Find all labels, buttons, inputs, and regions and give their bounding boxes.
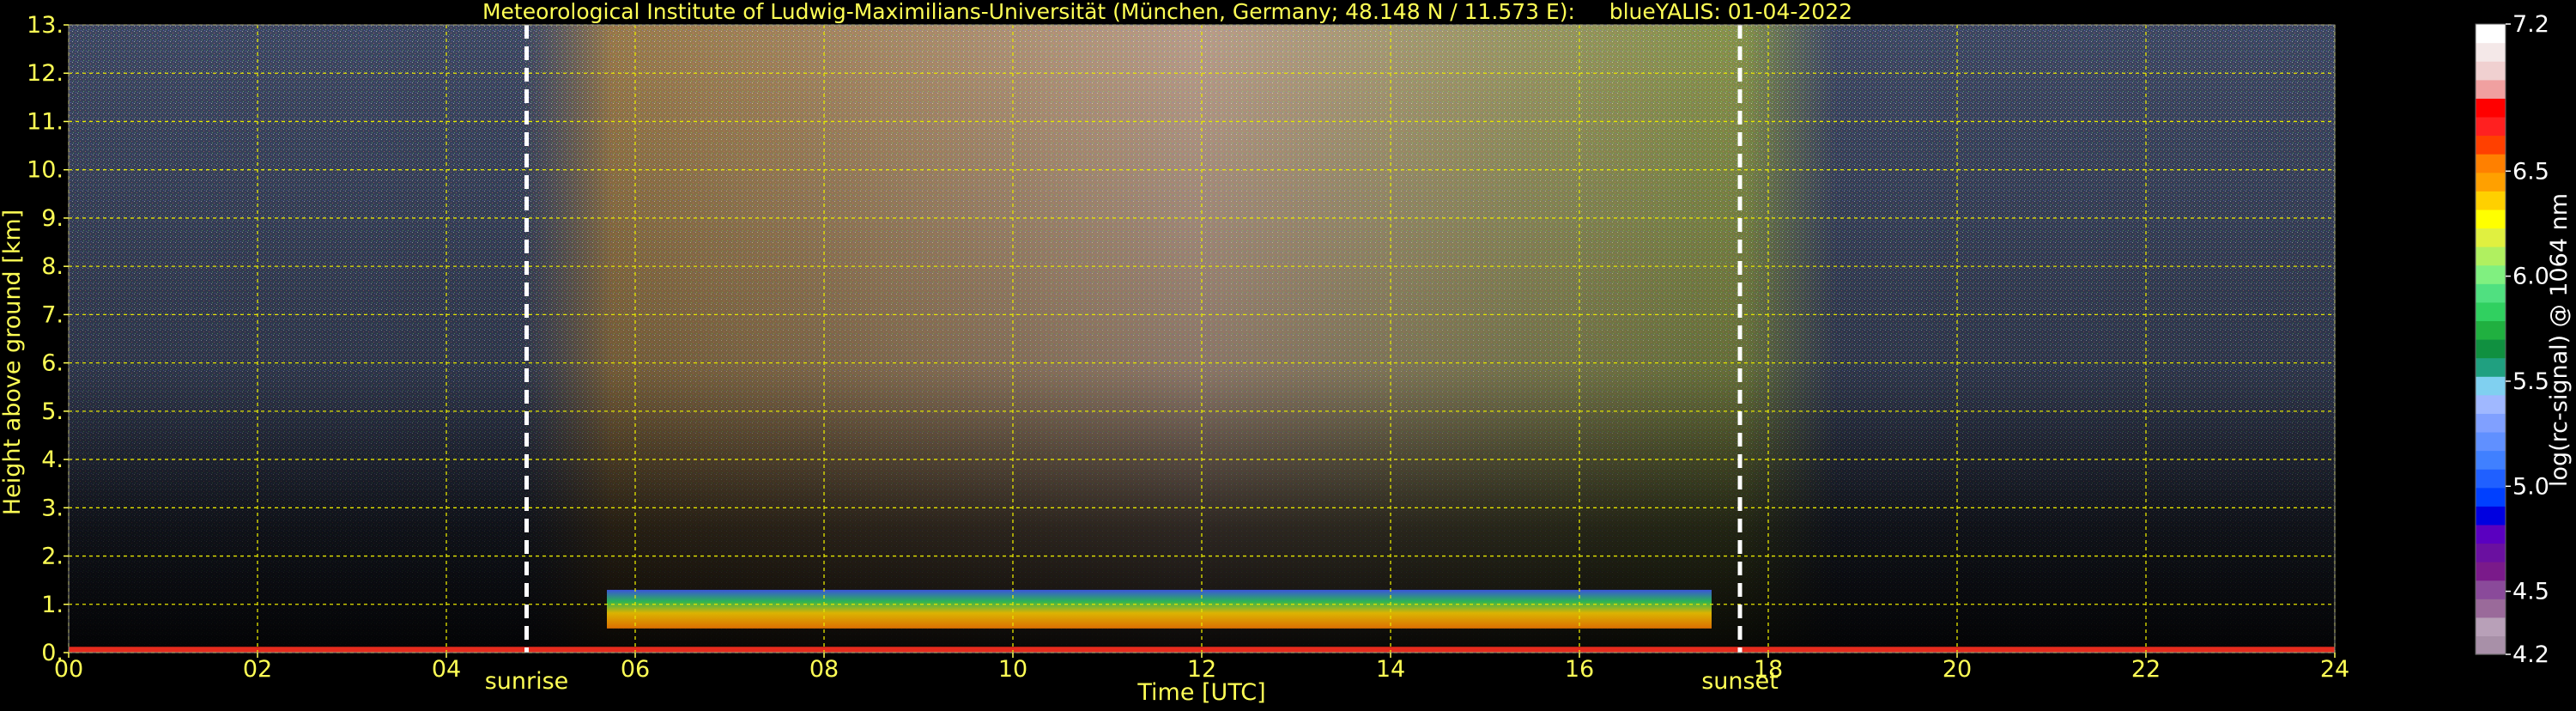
colorbar-swatch bbox=[2476, 524, 2506, 544]
colorbar-label: log(rc-signal) @ 1064 nm bbox=[2546, 193, 2573, 487]
colorbar-swatch bbox=[2476, 339, 2506, 359]
y-tick-label: 5. bbox=[41, 398, 64, 425]
plot-area bbox=[69, 25, 2335, 653]
colorbar-swatch bbox=[2476, 599, 2506, 618]
y-axis-label: Height above ground [km] bbox=[0, 210, 26, 515]
colorbar-swatch bbox=[2476, 42, 2506, 62]
x-tick-label: 04 bbox=[432, 656, 461, 683]
colorbar-swatch bbox=[2476, 543, 2506, 562]
colorbar-swatch bbox=[2476, 394, 2506, 414]
x-tick-label: 18 bbox=[1754, 656, 1783, 683]
colorbar-swatch bbox=[2476, 135, 2506, 155]
colorbar-swatch bbox=[2476, 506, 2506, 526]
colorbar-tick-label: 6.5 bbox=[2512, 158, 2549, 185]
colorbar-swatch bbox=[2476, 172, 2506, 191]
colorbar-swatch bbox=[2476, 228, 2506, 247]
colorbar-swatch bbox=[2476, 191, 2506, 210]
boundary-layer bbox=[607, 589, 1712, 629]
colorbar-swatch bbox=[2476, 283, 2506, 303]
x-tick-label: 08 bbox=[809, 656, 839, 683]
height-attenuation bbox=[69, 25, 2335, 653]
y-tick-label: 3. bbox=[41, 495, 64, 521]
y-tick-label: 8. bbox=[41, 253, 64, 280]
colorbar-tick-label: 5.5 bbox=[2512, 368, 2549, 395]
chart-title: Meteorological Institute of Ludwig-Maxim… bbox=[482, 0, 1852, 24]
x-axis-label: Time [UTC] bbox=[1136, 679, 1265, 706]
colorbar-swatch bbox=[2476, 450, 2506, 470]
colorbar-swatch bbox=[2476, 562, 2506, 581]
y-tick-label: 7. bbox=[41, 301, 64, 328]
y-tick-label: 0. bbox=[41, 640, 64, 666]
colorbar-swatch bbox=[2476, 487, 2506, 507]
y-tick-label: 9. bbox=[41, 205, 64, 232]
colorbar-tick-label: 7.2 bbox=[2512, 11, 2549, 38]
colorbar-swatch bbox=[2476, 413, 2506, 433]
x-tick-label: 22 bbox=[2131, 656, 2161, 683]
colorbar-swatch bbox=[2476, 320, 2506, 340]
lidar-quicklook: sunrise sunset 00 02 04 06 08 10 12 14 16 18 20 22 24… bbox=[0, 0, 2576, 708]
y-tick-label: 10. bbox=[27, 157, 64, 184]
colorbar-tick-label: 5.0 bbox=[2512, 473, 2549, 500]
colorbar-swatch bbox=[2476, 246, 2506, 266]
x-tick-label: 16 bbox=[1565, 656, 1594, 683]
colorbar-swatch bbox=[2476, 617, 2506, 637]
colorbar-swatch bbox=[2476, 357, 2506, 377]
colorbar-swatch bbox=[2476, 79, 2506, 99]
colorbar-swatch bbox=[2476, 61, 2506, 81]
colorbar: 4.2 4.5 5.0 5.5 6.0 6.5 7.2 bbox=[2475, 11, 2549, 668]
colorbar-swatch bbox=[2476, 376, 2506, 396]
colorbar-tick-label: 4.2 bbox=[2512, 641, 2549, 668]
y-tick-label: 4. bbox=[41, 447, 64, 473]
y-tick-label: 13. bbox=[27, 12, 64, 39]
y-tick-label: 12. bbox=[27, 60, 64, 87]
colorbar-swatch bbox=[2476, 264, 2506, 284]
x-tick-label: 10 bbox=[998, 656, 1027, 683]
colorbar-swatch bbox=[2476, 301, 2506, 322]
colorbar-tick-label: 4.5 bbox=[2512, 579, 2549, 605]
sunrise-label: sunrise bbox=[485, 668, 569, 695]
x-tick-label: 02 bbox=[243, 656, 272, 683]
colorbar-swatch bbox=[2476, 580, 2506, 599]
x-tick-label: 14 bbox=[1376, 656, 1405, 683]
colorbar-tick-label: 6.0 bbox=[2512, 264, 2549, 290]
colorbar-swatch bbox=[2476, 154, 2506, 173]
x-tick-label: 24 bbox=[2320, 656, 2349, 683]
x-tick-label: 20 bbox=[1943, 656, 1972, 683]
colorbar-swatch bbox=[2476, 469, 2506, 489]
y-tick-label: 11. bbox=[27, 108, 64, 135]
colorbar-swatch bbox=[2476, 209, 2506, 229]
y-tick-label: 1. bbox=[41, 592, 64, 618]
colorbar-swatch bbox=[2476, 98, 2506, 118]
colorbar-swatch bbox=[2476, 24, 2506, 44]
y-tick-label: 2. bbox=[41, 544, 64, 570]
colorbar-swatch bbox=[2476, 116, 2506, 137]
y-tick-label: 6. bbox=[41, 350, 64, 377]
heatmap-chart: sunrise sunset 00 02 04 06 08 10 12 14 16 18 20 22 24… bbox=[0, 0, 2573, 706]
colorbar-swatch bbox=[2476, 431, 2506, 452]
x-tick-label: 06 bbox=[621, 656, 650, 683]
colorbar-swatch bbox=[2476, 635, 2506, 655]
